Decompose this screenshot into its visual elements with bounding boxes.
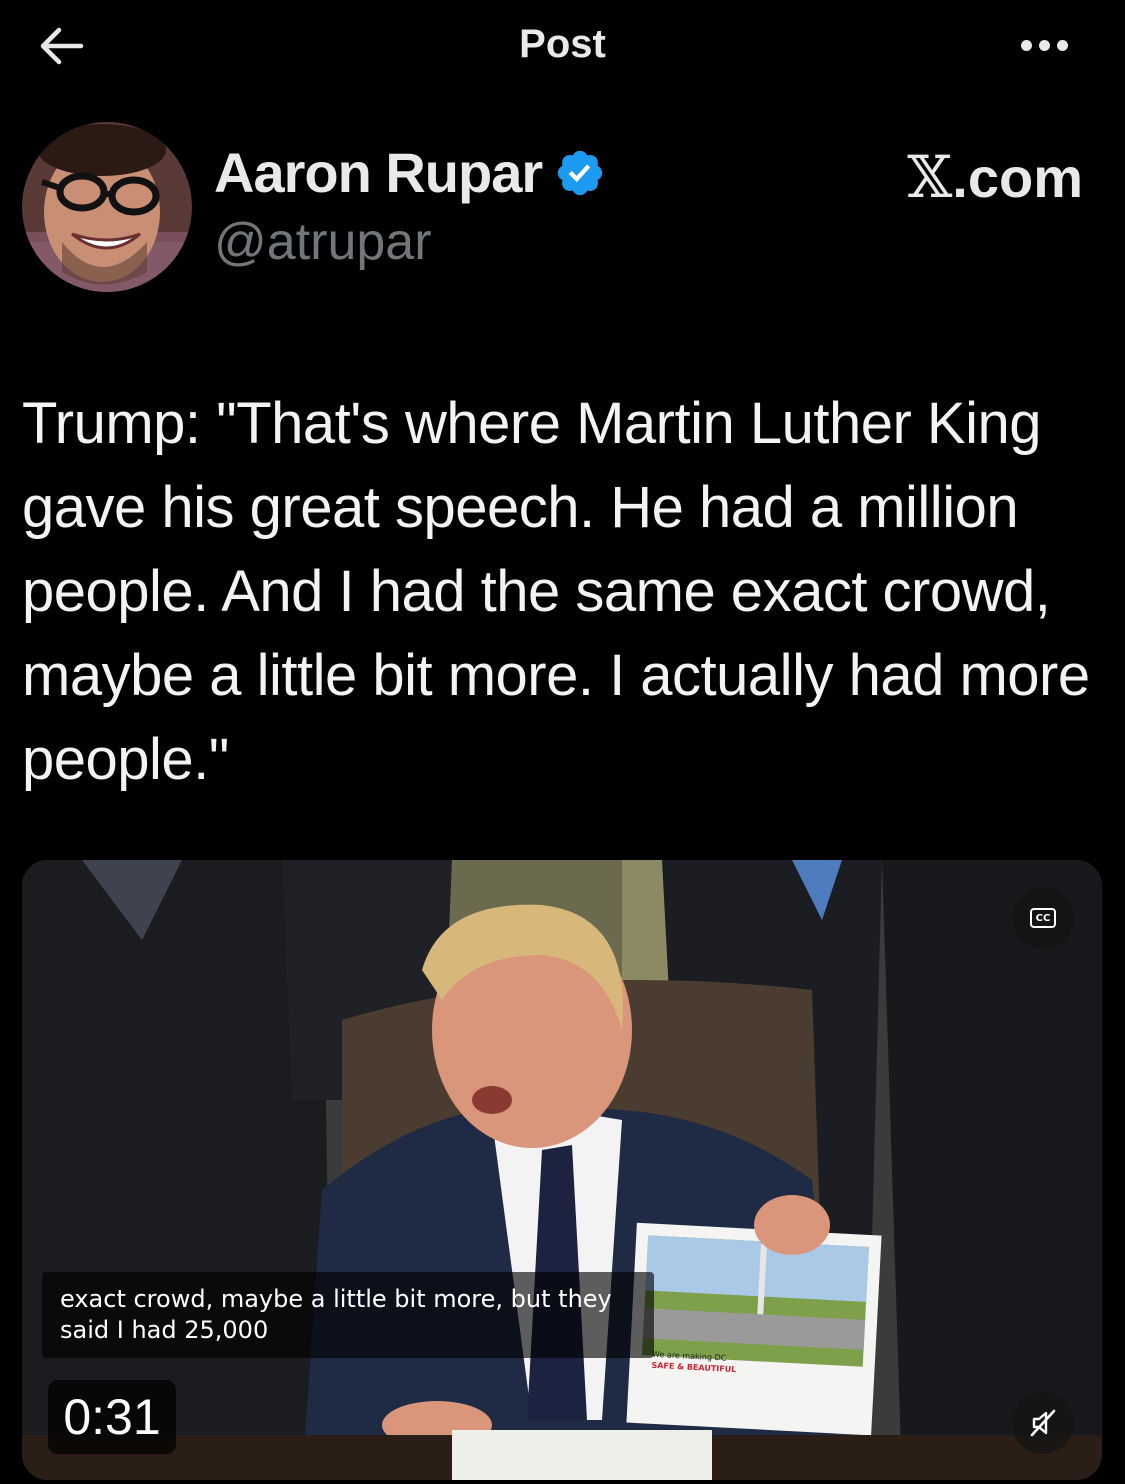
x-logo-icon: 𝕏 <box>907 143 953 211</box>
author-handle[interactable]: @atrupar <box>214 212 432 272</box>
speaker-muted-icon <box>1030 1409 1056 1437</box>
post-text: Trump: "That's where Martin Luther King … <box>22 391 1090 792</box>
closed-captions-button[interactable]: CC <box>1012 887 1074 949</box>
caption-line-2: said I had 25,000 <box>60 1316 269 1344</box>
caption-line-1: exact crowd, maybe a little bit more, bu… <box>60 1285 612 1313</box>
author-name[interactable]: Aaron Rupar <box>214 140 606 205</box>
page-title: Post <box>519 22 606 66</box>
video-caption: exact crowd, maybe a little bit more, bu… <box>42 1272 654 1358</box>
more-horizontal-icon <box>1020 39 1032 51</box>
verified-badge-icon <box>557 150 603 195</box>
avatar-image <box>22 122 192 292</box>
video-timestamp: 0:31 <box>48 1380 176 1454</box>
top-navigation-bar: Post <box>0 0 1125 92</box>
source-domain-text: .com <box>952 145 1083 209</box>
video-frame: We are making DC SAFE & BEAUTIFUL <box>22 860 1102 1480</box>
mute-button[interactable] <box>1012 1392 1074 1454</box>
author-name-text: Aaron Rupar <box>214 141 543 204</box>
x-com-watermark: 𝕏 .com <box>907 143 1083 211</box>
more-options-button[interactable] <box>1012 30 1076 60</box>
video-player[interactable]: We are making DC SAFE & BEAUTIFUL CC exa… <box>22 860 1102 1480</box>
avatar[interactable] <box>22 122 192 292</box>
cc-icon: CC <box>1030 908 1056 928</box>
